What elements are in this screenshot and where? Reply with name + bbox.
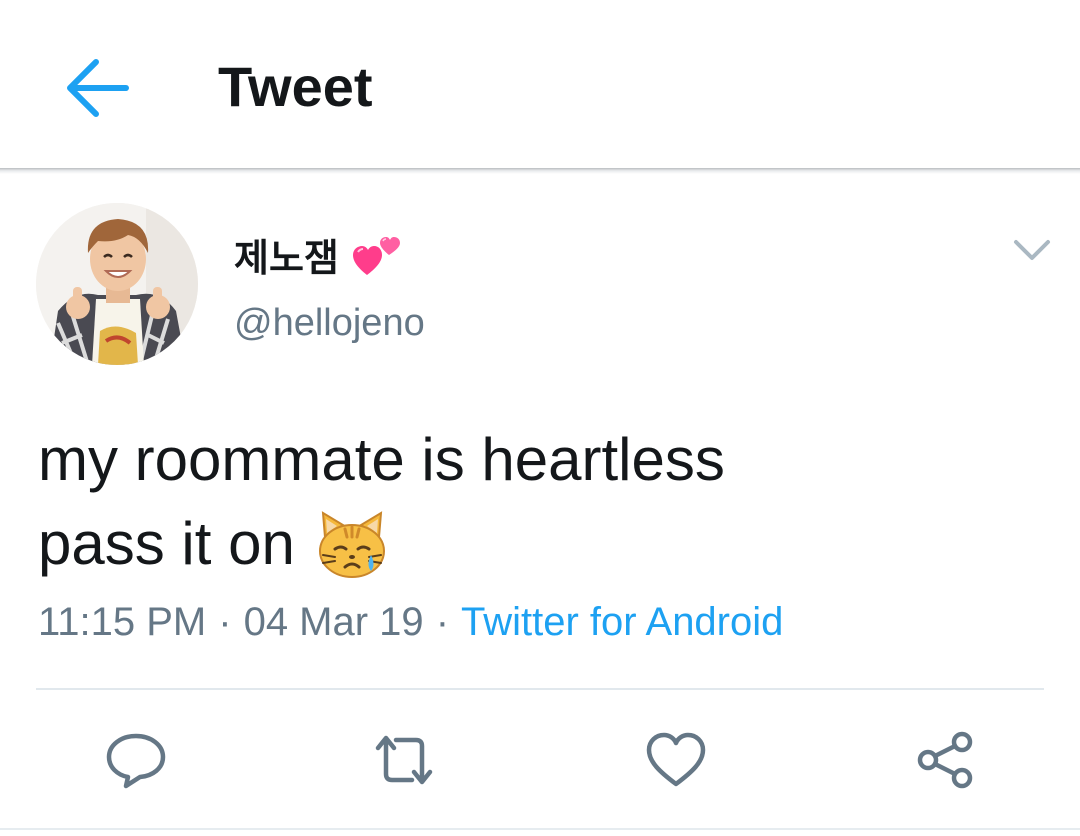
crying-cat-face-icon bbox=[318, 511, 385, 578]
top-bar-divider bbox=[0, 168, 1080, 174]
tweet-source-link[interactable]: Twitter for Android bbox=[461, 600, 783, 644]
display-name-text: 제노잼 bbox=[234, 238, 339, 280]
reply-icon[interactable] bbox=[104, 730, 168, 790]
meta-separator: · bbox=[435, 600, 450, 644]
tweet-text-line: pass it on bbox=[38, 502, 1038, 586]
chevron-down-icon[interactable] bbox=[1008, 230, 1056, 270]
retweet-icon[interactable] bbox=[372, 730, 436, 790]
tweet-time: 11:15 PM bbox=[38, 600, 207, 644]
avatar-image bbox=[36, 203, 198, 365]
tweet-metadata: 11:15 PM · 04 Mar 19 · Twitter for Android bbox=[38, 600, 783, 645]
tweet-text-line-2: pass it on bbox=[38, 510, 295, 577]
tweet-text: my roommate is heartless pass it on bbox=[38, 418, 1038, 586]
tweet-text-line: my roommate is heartless bbox=[38, 418, 1038, 502]
meta-separator: · bbox=[218, 600, 232, 644]
top-app-bar: Tweet bbox=[0, 0, 1080, 168]
heart-outline-icon[interactable] bbox=[644, 730, 708, 790]
tweet-date: 04 Mar 19 bbox=[243, 600, 424, 644]
divider bbox=[36, 688, 1044, 690]
author-display-name[interactable]: 제노잼 bbox=[234, 227, 401, 282]
author-handle[interactable]: @hellojeno bbox=[234, 302, 425, 345]
two-hearts-icon bbox=[352, 236, 400, 275]
avatar[interactable] bbox=[36, 203, 198, 365]
bottom-divider bbox=[0, 828, 1080, 830]
tweet-text-line-1: my roommate is heartless bbox=[38, 426, 725, 493]
share-icon[interactable] bbox=[914, 730, 978, 790]
page-title: Tweet bbox=[218, 55, 373, 118]
arrow-left-icon[interactable] bbox=[60, 52, 132, 124]
